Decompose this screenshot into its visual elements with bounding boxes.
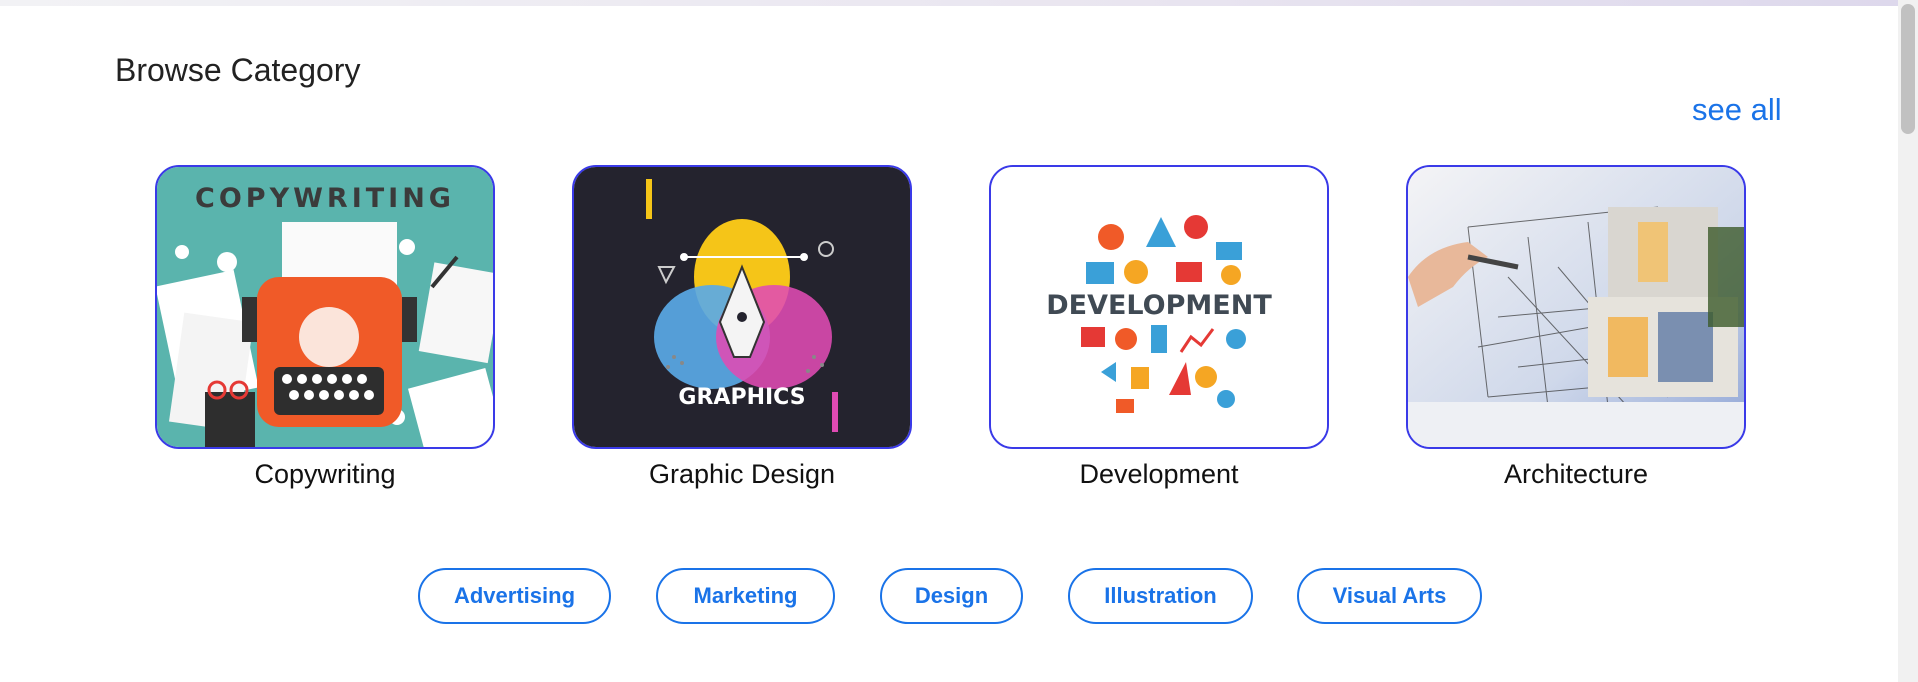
scrollbar-thumb[interactable] (1901, 4, 1915, 134)
page-scrollbar[interactable] (1898, 0, 1918, 682)
architecture-illustration (1408, 167, 1744, 447)
typewriter-illustration: COPYWRITING (157, 167, 493, 447)
svg-text:GRAPHICS: GRAPHICS (678, 385, 805, 410)
tag-illustration[interactable]: Illustration (1068, 568, 1253, 624)
category-card-graphic-design[interactable]: GRAPHICS Graphic Design (572, 165, 912, 490)
tag-marketing[interactable]: Marketing (656, 568, 835, 624)
tag-design[interactable]: Design (880, 568, 1023, 624)
category-image-development[interactable]: DEVELOPMENT (989, 165, 1329, 449)
category-image-graphic-design[interactable]: GRAPHICS (572, 165, 912, 449)
category-label[interactable]: Graphic Design (572, 459, 912, 490)
see-all-link[interactable]: see all (1692, 92, 1782, 128)
svg-text:COPYWRITING: COPYWRITING (195, 183, 455, 214)
category-card-development[interactable]: DEVELOPMENT Development (989, 165, 1329, 490)
category-label[interactable]: Copywriting (155, 459, 495, 490)
tag-advertising[interactable]: Advertising (418, 568, 611, 624)
graphics-illustration: GRAPHICS (574, 167, 910, 447)
development-illustration: DEVELOPMENT (991, 167, 1327, 447)
category-label[interactable]: Development (989, 459, 1329, 490)
category-image-architecture[interactable] (1406, 165, 1746, 449)
category-card-copywriting[interactable]: COPYWRITING Copywriting (155, 165, 495, 490)
section-title: Browse Category (115, 52, 361, 88)
tag-visual-arts[interactable]: Visual Arts (1297, 568, 1482, 624)
category-card-architecture[interactable]: Architecture (1406, 165, 1746, 490)
category-label[interactable]: Architecture (1406, 459, 1746, 490)
top-banner-edge (0, 0, 1898, 6)
svg-text:DEVELOPMENT: DEVELOPMENT (1046, 290, 1272, 321)
category-image-copywriting[interactable]: COPYWRITING (155, 165, 495, 449)
